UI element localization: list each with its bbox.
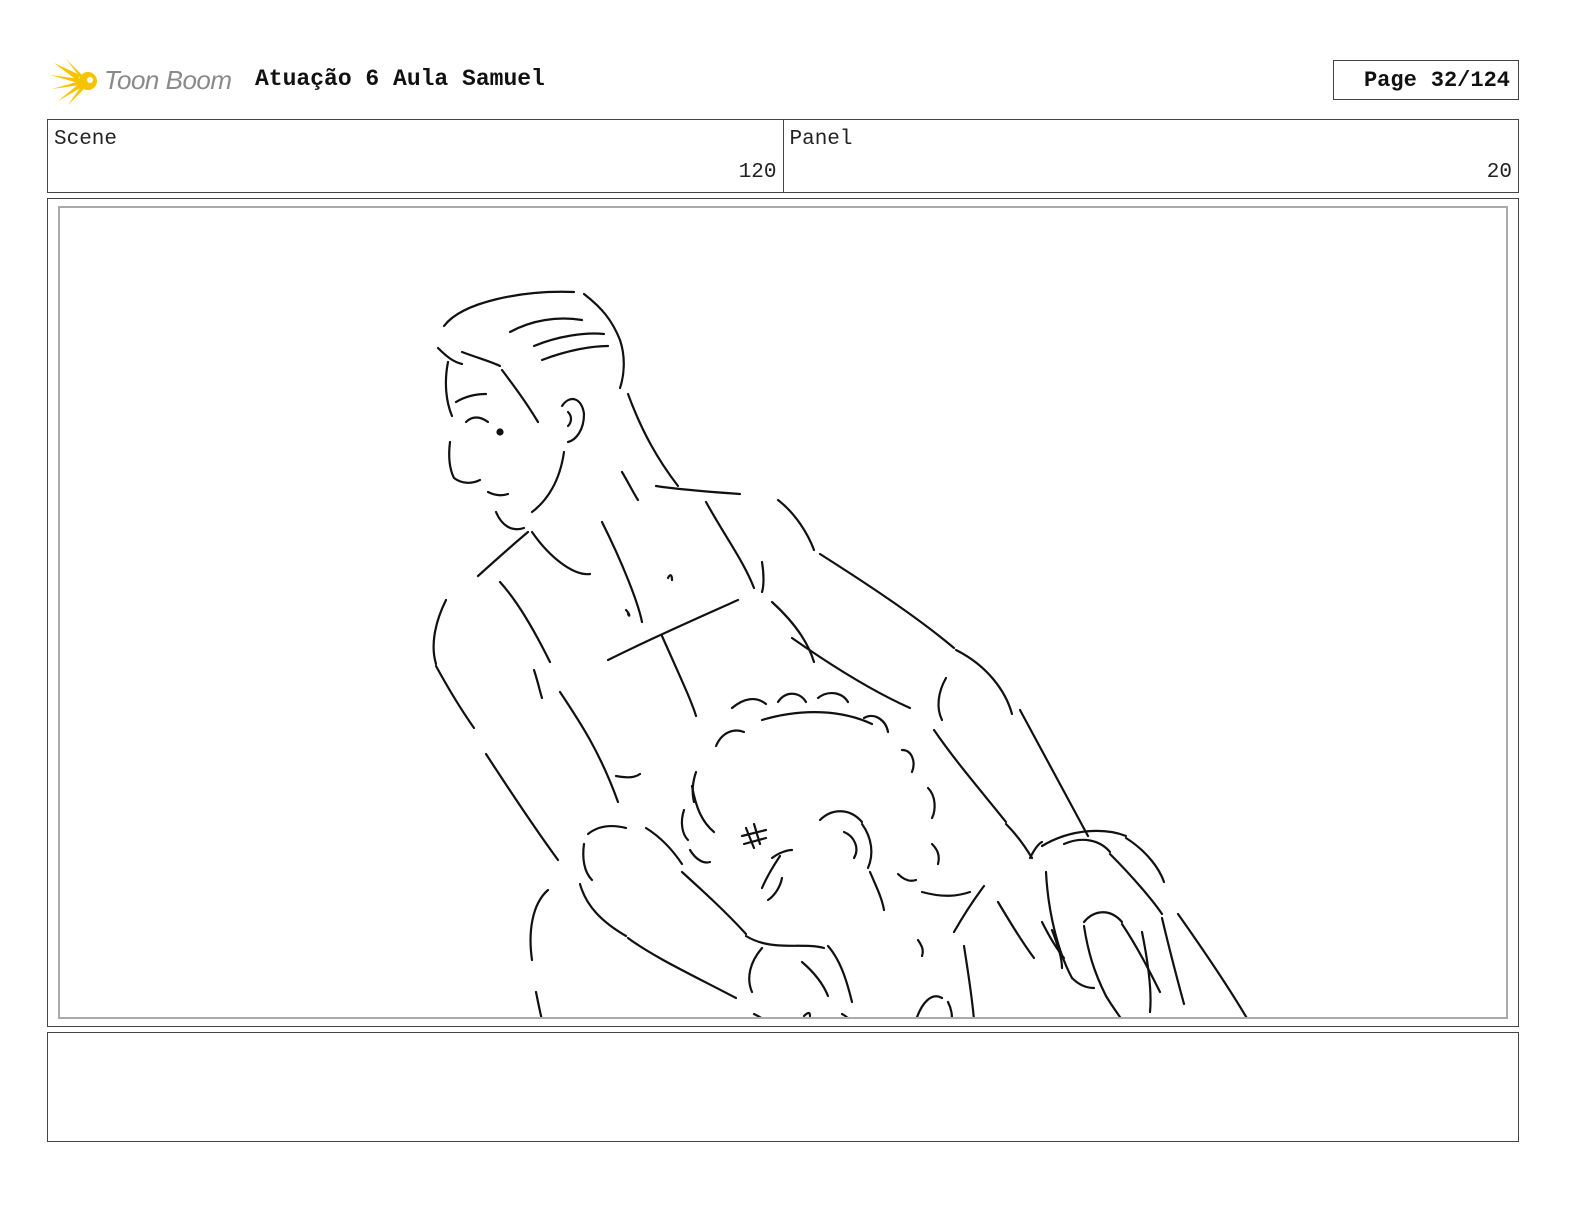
page-number: 32/124: [1430, 67, 1510, 93]
toon-boom-logo: Toon Boom: [50, 55, 240, 107]
scene-cell: Scene 120: [48, 120, 783, 192]
page-label: Page: [1363, 67, 1417, 93]
panel-image: [58, 206, 1508, 1019]
panel-cell: Panel 20: [782, 120, 1519, 192]
scene-panel-row: Scene 120 Panel 20: [47, 119, 1519, 193]
notes-box: [47, 1032, 1519, 1142]
scene-label: Scene: [54, 128, 118, 151]
panel-number: 20: [1486, 161, 1512, 184]
logo-text: Toon Boom: [104, 65, 232, 95]
page-indicator: Page 32/124: [1333, 60, 1519, 100]
panel-label: Panel: [789, 128, 853, 151]
logo-burst-icon: [50, 59, 97, 105]
document-title: Atuação 6 Aula Samuel: [255, 66, 545, 92]
scene-number: 120: [738, 161, 777, 184]
storyboard-sketch: [432, 290, 1248, 1017]
